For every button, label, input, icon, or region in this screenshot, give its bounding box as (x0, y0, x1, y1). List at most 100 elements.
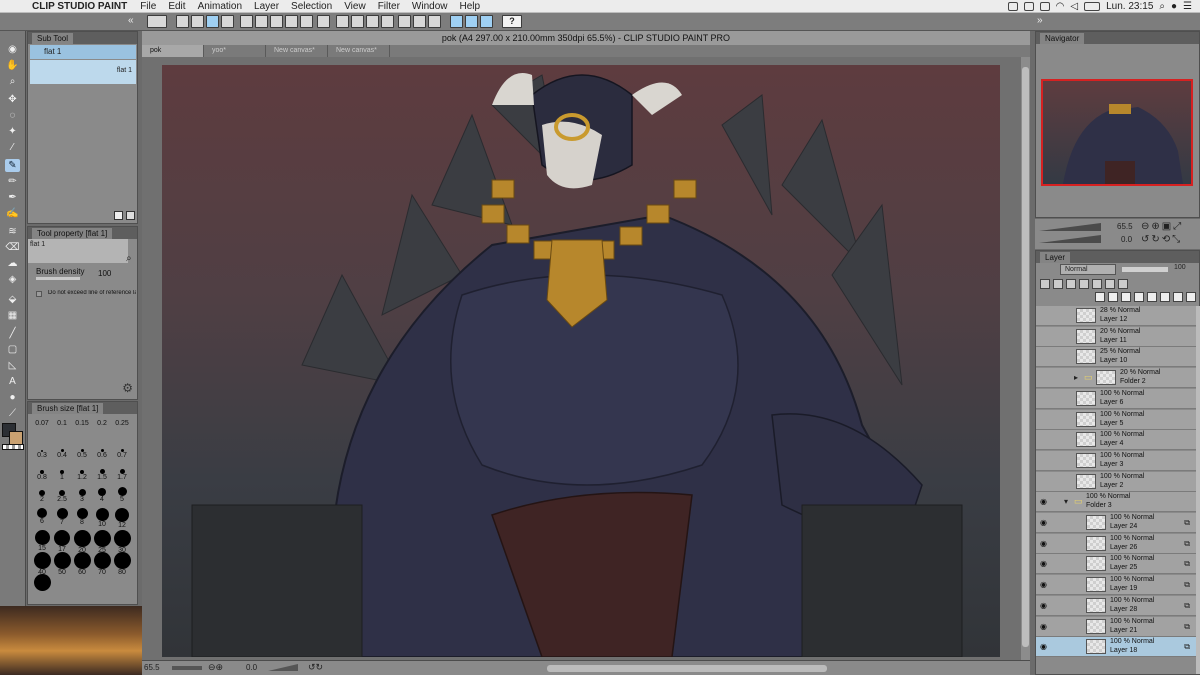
doc-tab-pok[interactable]: pok (142, 45, 204, 57)
brush-size-option[interactable]: 7 (52, 508, 72, 529)
volume-icon[interactable]: ◁ (1070, 1, 1078, 12)
brush-size-option[interactable]: 60 (72, 552, 92, 576)
layer-link-icon[interactable]: ⧉ (1184, 539, 1190, 549)
layer-name[interactable]: Folder 2 (1120, 378, 1146, 385)
layer-row[interactable]: ◉ 100 % Normal Layer 25 ⧉ (1036, 554, 1196, 575)
sub-tool-stroke-preview[interactable]: flat 1 (30, 60, 136, 84)
pen-tool-icon[interactable]: ✍ (5, 207, 20, 220)
doc-tab-new-canvas-1[interactable]: New canvas* (266, 45, 328, 57)
ruler-icon[interactable] (428, 15, 441, 28)
fill-icon[interactable] (381, 15, 394, 28)
brush-size-option[interactable]: 0.1 (52, 420, 72, 441)
paint-bucket-icon[interactable]: ⬙ (5, 293, 20, 306)
brush-tool-icon[interactable]: ✎ (5, 159, 20, 172)
save-icon[interactable] (206, 15, 219, 28)
deselect-icon[interactable] (336, 15, 349, 28)
layer-name[interactable]: Layer 5 (1100, 420, 1123, 427)
folder-expand-icon[interactable]: ▾ (1064, 497, 1068, 506)
snap-icon[interactable] (480, 15, 493, 28)
brush-size-option[interactable]: 0.15 (72, 420, 92, 441)
layer-row[interactable]: ◉ 100 % Normal Layer 21 ⧉ (1036, 616, 1196, 637)
zoom-slider[interactable] (172, 666, 202, 670)
navigator-zoom-value[interactable]: 65.5 (1117, 222, 1133, 231)
help-button[interactable]: ? (502, 15, 522, 28)
notification-center-icon[interactable]: ☰ (1183, 1, 1192, 12)
menu-window[interactable]: Window (406, 1, 454, 12)
new-file-icon[interactable] (176, 15, 189, 28)
brush-size-option[interactable]: 0.6 (92, 442, 112, 463)
brush-size-option[interactable]: 1.2 (72, 464, 92, 485)
layer-row[interactable]: 100 % Normal Layer 5 (1036, 409, 1196, 430)
brush-size-option[interactable]: 17 (52, 530, 72, 553)
rotation-readout[interactable]: 0.0 (246, 663, 257, 672)
visibility-eye-icon[interactable]: ◉ (1040, 539, 1047, 548)
brush-size-option[interactable]: 0.8 (32, 464, 52, 485)
layer-name[interactable]: Layer 3 (1100, 461, 1123, 468)
redo-icon[interactable] (255, 15, 268, 28)
doc-tab-yoo[interactable]: yoo* (204, 45, 266, 57)
brush-size-option[interactable]: 50 (52, 552, 72, 576)
navigator-preview[interactable] (1041, 79, 1193, 186)
visibility-eye-icon[interactable]: ◉ (1040, 580, 1047, 589)
doc-tab-new-canvas-2[interactable]: New canvas* (328, 45, 390, 57)
menu-edit[interactable]: Edit (162, 1, 191, 12)
rotation-slider[interactable] (268, 664, 298, 671)
text-tool-icon[interactable]: A (5, 375, 20, 388)
menu-help[interactable]: Help (454, 1, 487, 12)
new-raster-layer-icon[interactable] (1095, 292, 1105, 302)
layer-row[interactable]: 100 % Normal Layer 3 (1036, 450, 1196, 471)
layer-link-icon[interactable]: ⧉ (1184, 622, 1190, 632)
line-tool-icon[interactable]: ╱ (5, 327, 20, 340)
hand-tool-icon[interactable]: ✋ (5, 59, 20, 72)
folder-expand-icon[interactable]: ▸ (1074, 373, 1078, 382)
layer-color-icon[interactable] (1040, 279, 1050, 289)
layer-link-icon[interactable]: ⧉ (1184, 601, 1190, 611)
airbrush-tool-icon[interactable]: ✒ (5, 191, 20, 204)
layer-name[interactable]: Layer 18 (1110, 647, 1137, 654)
layer-row[interactable]: ◉ ▾ ▭ 100 % Normal Folder 3 (1036, 492, 1196, 513)
brush-size-option[interactable]: 70 (92, 552, 112, 576)
brush-size-option[interactable]: 0.4 (52, 442, 72, 463)
move-tool-icon[interactable]: ✥ (5, 93, 20, 106)
navigator-rotate-slider[interactable] (1039, 235, 1101, 243)
brush-size-option[interactable]: 1 (52, 464, 72, 485)
layer-name[interactable]: Layer 24 (1110, 523, 1137, 530)
tray-dropbox-icon[interactable] (1039, 2, 1050, 11)
brush-size-option[interactable]: 0.07 (32, 420, 52, 441)
pencil-tool-icon[interactable]: ✏ (5, 175, 20, 188)
balloon-tool-icon[interactable]: ● (5, 391, 20, 404)
brush-size-option[interactable]: 25 (92, 530, 112, 554)
brush-size-option[interactable]: 2.5 (52, 486, 72, 507)
navigator-zoom-buttons-icon[interactable]: ⊖⊕▣⤢ (1141, 221, 1183, 232)
frame-tool-icon[interactable]: ▢ (5, 343, 20, 356)
layer-row[interactable]: ◉ 100 % Normal Layer 19 ⧉ (1036, 575, 1196, 596)
layer-name[interactable]: Layer 26 (1110, 544, 1137, 551)
layer-name[interactable]: Layer 10 (1100, 357, 1127, 364)
layer-name[interactable]: Layer 19 (1110, 585, 1137, 592)
sub-color-swatch[interactable] (9, 431, 23, 445)
navigator-rotation-value[interactable]: 0.0 (1121, 235, 1132, 244)
layer-row[interactable]: ◉ 100 % Normal Layer 24 ⧉ (1036, 513, 1196, 533)
delete-layer-icon[interactable] (1186, 292, 1196, 302)
layer-name[interactable]: Layer 12 (1100, 316, 1127, 323)
stabilizer-icon[interactable] (450, 15, 463, 28)
brush-size-option[interactable]: 1.5 (92, 464, 112, 485)
layer-opacity-slider[interactable] (1122, 267, 1168, 272)
visibility-eye-icon[interactable]: ◉ (1040, 642, 1047, 651)
merge-icon[interactable] (1147, 292, 1157, 302)
menu-filter[interactable]: Filter (372, 1, 406, 12)
clear-icon[interactable] (366, 15, 379, 28)
palette-icon[interactable] (1118, 279, 1128, 289)
mask-add-icon[interactable] (1160, 292, 1170, 302)
menu-view[interactable]: View (338, 1, 372, 12)
eraser-tool-icon[interactable]: ⌫ (5, 241, 20, 254)
brush-size-option[interactable]: 2 (32, 486, 52, 507)
visibility-eye-icon[interactable]: ◉ (1040, 518, 1047, 527)
layer-row[interactable]: 100 % Normal Layer 4 (1036, 430, 1196, 451)
decoration-tool-icon[interactable]: ≋ (5, 225, 20, 238)
app-name-menu[interactable]: CLIP STUDIO PAINT (26, 1, 134, 12)
canvas-area[interactable] (142, 57, 1021, 660)
transparent-color-swatch[interactable] (2, 444, 24, 450)
layer-link-icon[interactable]: ⧉ (1184, 580, 1190, 590)
settings-gear-icon[interactable]: ⚙ (122, 381, 133, 395)
